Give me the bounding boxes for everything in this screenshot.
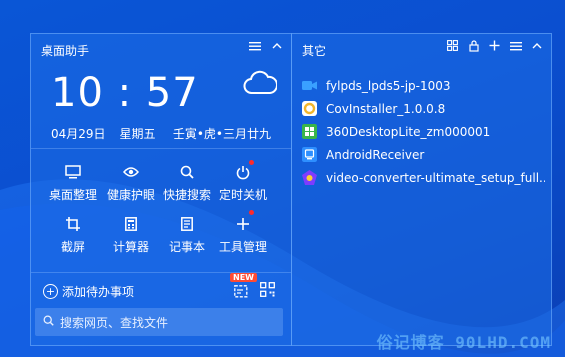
notepad-icon — [157, 214, 217, 234]
collapse-chevron-icon[interactable] — [530, 40, 543, 55]
desktop-assistant-panel: 桌面助手 10 : 57 04月29日 星期五 壬寅•虎•三月廿九 桌面整理 健… — [30, 33, 292, 346]
search-icon — [157, 162, 217, 182]
notification-dot — [249, 210, 254, 215]
calculator-icon — [101, 214, 161, 234]
search-icon — [43, 315, 54, 329]
collapse-chevron-icon[interactable] — [270, 40, 283, 54]
tool-screenshot[interactable]: 截屏 — [43, 214, 103, 255]
360-desktop-icon — [302, 124, 317, 139]
tool-label: 桌面整理 — [48, 188, 97, 202]
tool-manager[interactable]: 工具管理 — [213, 214, 273, 255]
tool-label: 健康护眼 — [106, 188, 155, 202]
divider — [31, 148, 291, 149]
tool-label: 记事本 — [168, 240, 205, 254]
file-item[interactable]: video-converter-ultimate_setup_full... — [302, 166, 545, 189]
installer-icon — [302, 101, 317, 116]
eye-icon — [101, 162, 161, 182]
video-camera-icon — [302, 81, 317, 90]
tool-desktop-organize[interactable]: 桌面整理 — [43, 162, 103, 203]
add-icon[interactable] — [488, 40, 501, 55]
android-receiver-icon — [302, 147, 317, 162]
converter-setup-icon — [302, 170, 317, 185]
tool-timed-shutdown[interactable]: 定时关机 — [213, 162, 273, 203]
tool-label: 快捷搜索 — [162, 188, 211, 202]
file-item[interactable]: CovInstaller_1.0.0.8 — [302, 97, 545, 120]
add-list-icon[interactable] — [234, 284, 250, 303]
tool-label: 截屏 — [60, 240, 85, 254]
search-placeholder: 搜索网页、查找文件 — [60, 315, 169, 330]
file-name: 360DesktopLite_zm000001 — [326, 124, 491, 139]
other-files-panel: 其它 fylpds_lpds5-jp-1003 CovInstaller_1.0… — [291, 33, 552, 346]
panel-title: 桌面助手 — [41, 44, 90, 58]
new-badge: NEW — [230, 273, 257, 282]
file-name: AndroidReceiver — [326, 147, 425, 162]
cloud-weather-icon[interactable] — [243, 70, 279, 100]
lock-icon[interactable] — [467, 40, 480, 55]
date-weekday: 星期五 — [119, 127, 156, 141]
watermark: 俗记博客 90LHD.COM — [376, 333, 551, 352]
add-todo-button[interactable]: + 添加待办事项 — [43, 283, 134, 300]
file-name: CovInstaller_1.0.0.8 — [326, 101, 446, 116]
clock-time: 10 : 57 — [51, 70, 199, 116]
file-item[interactable]: fylpds_lpds5-jp-1003 — [302, 74, 545, 97]
panel-title: 其它 — [302, 44, 327, 58]
file-name: fylpds_lpds5-jp-1003 — [326, 78, 451, 93]
search-input[interactable]: 搜索网页、查找文件 — [35, 308, 283, 336]
plus-icon — [213, 214, 273, 234]
date-day: 04月29日 — [51, 127, 106, 141]
tool-calculator[interactable]: 计算器 — [101, 214, 161, 255]
tool-label: 定时关机 — [218, 188, 267, 202]
file-name: video-converter-ultimate_setup_full... — [326, 170, 545, 185]
tool-label: 计算器 — [112, 240, 149, 254]
crop-icon — [43, 214, 103, 234]
notification-dot — [249, 160, 254, 165]
grid-view-icon[interactable] — [446, 40, 459, 55]
file-list: fylpds_lpds5-jp-1003 CovInstaller_1.0.0.… — [302, 74, 545, 189]
menu-icon[interactable] — [248, 40, 261, 54]
file-item[interactable]: AndroidReceiver — [302, 143, 545, 166]
date-lunar: 壬寅•虎•三月廿九 — [172, 127, 271, 141]
qr-code-icon[interactable] — [260, 282, 275, 301]
tool-eye-care[interactable]: 健康护眼 — [101, 162, 161, 203]
tool-notepad[interactable]: 记事本 — [157, 214, 217, 255]
file-item[interactable]: 360DesktopLite_zm000001 — [302, 120, 545, 143]
tool-quick-search[interactable]: 快捷搜索 — [157, 162, 217, 203]
tool-label: 工具管理 — [218, 240, 267, 254]
menu-icon[interactable] — [509, 40, 522, 55]
add-todo-label: 添加待办事项 — [62, 285, 135, 299]
plus-circle-icon: + — [43, 284, 58, 299]
power-icon — [213, 162, 273, 182]
monitor-icon — [43, 162, 103, 182]
